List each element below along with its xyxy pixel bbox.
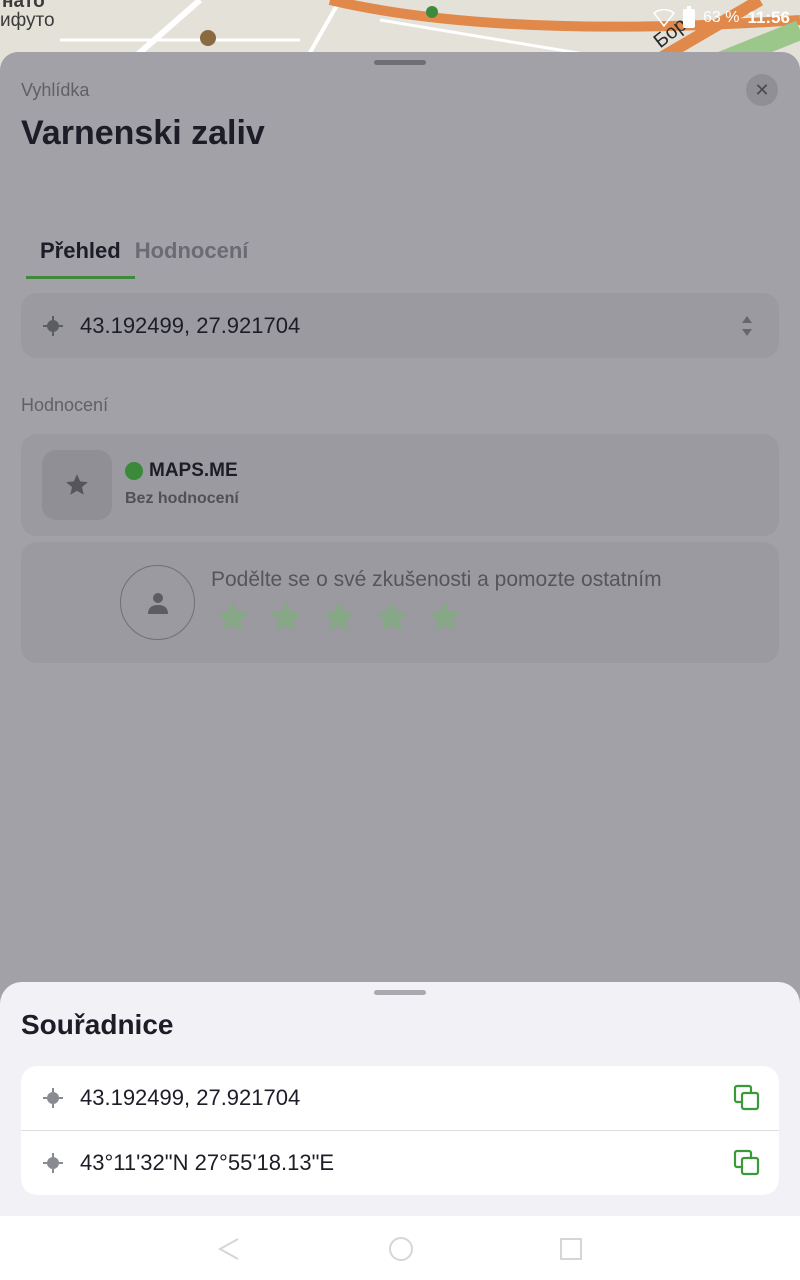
map-label-district: ифуто bbox=[0, 10, 55, 31]
coordinates-value: 43.192499, 27.921704 bbox=[80, 312, 301, 338]
star-1-icon[interactable] bbox=[214, 598, 252, 636]
map-poi-icon bbox=[200, 30, 216, 46]
crosshair-icon bbox=[43, 315, 63, 336]
coordinates-sheet-title: Souřadnice bbox=[21, 1009, 174, 1040]
clock: 11:56 bbox=[747, 8, 790, 27]
map-park-icon bbox=[426, 6, 438, 18]
rating-stars bbox=[214, 598, 464, 636]
review-card: Podělte se o své zkušenosti a pomozte os… bbox=[21, 542, 779, 663]
rating-thumbnail bbox=[42, 450, 112, 520]
coordinates-sheet-grabber[interactable] bbox=[374, 990, 426, 995]
rating-source-label: MAPS.ME bbox=[149, 460, 238, 481]
copy-icon[interactable] bbox=[733, 1149, 761, 1177]
battery-icon bbox=[682, 5, 695, 28]
user-icon bbox=[147, 592, 168, 614]
crosshair-icon bbox=[43, 1153, 63, 1173]
place-category: Vyhlídka bbox=[21, 80, 90, 100]
star-3-icon[interactable] bbox=[320, 598, 358, 636]
home-icon[interactable] bbox=[388, 1236, 414, 1262]
place-sheet-grabber[interactable] bbox=[374, 60, 426, 65]
recent-apps-icon[interactable] bbox=[558, 1236, 584, 1262]
coordinates-decimal-value: 43.192499, 27.921704 bbox=[80, 1085, 301, 1110]
coordinates-sheet: Souřadnice 43.192499, 27.921704 43°11'32… bbox=[0, 982, 800, 1216]
close-icon: ✕ bbox=[754, 79, 770, 100]
ratings-section-label: Hodnocení bbox=[21, 395, 109, 415]
rating-value: Bez hodnocení bbox=[125, 490, 239, 507]
coordinates-item-decimal[interactable]: 43.192499, 27.921704 bbox=[21, 1066, 779, 1130]
status-bar: 63 % 11:56 bbox=[652, 5, 790, 30]
place-tabs: Přehled Hodnocení bbox=[26, 232, 262, 279]
star-5-icon[interactable] bbox=[426, 598, 464, 636]
star-4-icon[interactable] bbox=[373, 598, 411, 636]
coordinates-dms-value: 43°11'32"N 27°55'18.13"E bbox=[80, 1150, 335, 1175]
star-2-icon[interactable] bbox=[267, 598, 305, 636]
format-toggle-icon[interactable] bbox=[741, 314, 753, 338]
tab-ratings[interactable]: Hodnocení bbox=[135, 232, 263, 279]
tab-overview[interactable]: Přehled bbox=[26, 232, 135, 279]
place-sheet: Vyhlídka Varnenski zaliv ✕ Přehled Hodno… bbox=[0, 52, 800, 1052]
avatar bbox=[120, 565, 195, 640]
navigation-bar bbox=[0, 1216, 800, 1280]
copy-icon[interactable] bbox=[733, 1084, 761, 1112]
coordinates-list: 43.192499, 27.921704 43°11'32"N 27°55'18… bbox=[21, 1066, 779, 1195]
back-icon[interactable] bbox=[216, 1236, 242, 1262]
coordinates-item-dms[interactable]: 43°11'32"N 27°55'18.13"E bbox=[21, 1130, 779, 1195]
coordinates-row[interactable]: 43.192499, 27.921704 bbox=[21, 293, 779, 358]
place-title: Varnenski zaliv bbox=[21, 114, 265, 152]
mapsme-logo-icon bbox=[125, 462, 143, 480]
close-button[interactable]: ✕ bbox=[746, 74, 778, 106]
rating-card[interactable]: MAPS.ME Bez hodnocení bbox=[21, 434, 779, 536]
crosshair-icon bbox=[43, 1088, 63, 1108]
review-prompt: Podělte se o své zkušenosti a pomozte os… bbox=[211, 568, 662, 591]
rating-source: MAPS.ME bbox=[125, 460, 238, 482]
wifi-icon bbox=[652, 9, 675, 27]
battery-percent: 63 % bbox=[702, 9, 740, 26]
star-icon bbox=[66, 474, 88, 495]
